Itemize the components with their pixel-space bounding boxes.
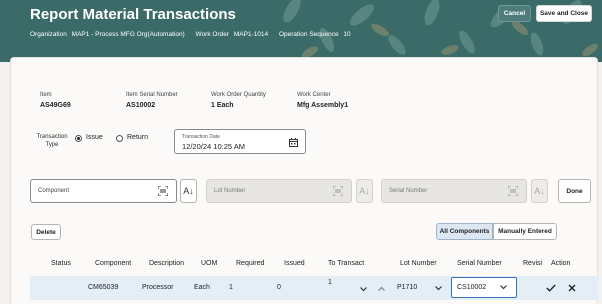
return-radio-label[interactable]: Return	[127, 134, 148, 141]
scan-barcode-icon[interactable]	[158, 186, 168, 196]
column-header-required: Required	[236, 260, 265, 267]
column-header-component: Component	[95, 260, 132, 267]
organization-value: MAP1 - Process MFG Org(Automation)	[71, 31, 185, 38]
lot-number-select[interactable]: P1710	[397, 284, 417, 291]
context-info: Organization MAP1 - Process MFG Org(Auto…	[30, 31, 360, 38]
column-header-description: Description	[149, 260, 185, 267]
component-advanced-search-icon[interactable]: A↓	[180, 179, 197, 203]
work-order-value: MAP1-1014	[233, 31, 269, 38]
component-input[interactable]: Component	[30, 179, 177, 203]
work-order-quantity-value: 1 Each	[211, 102, 234, 109]
column-header-action: Action	[551, 260, 571, 267]
manually-entered-toggle[interactable]: Manually Entered	[493, 223, 557, 240]
chevron-down-icon[interactable]	[500, 285, 507, 290]
lot-advanced-search-icon: A↓	[356, 179, 373, 203]
page-title: Report Material Transactions	[30, 6, 236, 23]
serial-advanced-search-icon: A↓	[531, 179, 548, 203]
issue-radio[interactable]	[75, 135, 82, 142]
serial-number-value: CS10002	[457, 284, 487, 291]
work-center-value: Mfg Assembly1	[297, 102, 349, 109]
all-components-toggle[interactable]: All Components	[436, 223, 493, 240]
return-radio[interactable]	[116, 135, 123, 142]
serial-number-select[interactable]: CS10002	[451, 277, 517, 298]
organization-label: Organization	[30, 31, 67, 38]
item-label: Item	[40, 92, 52, 98]
cancel-button[interactable]: Cancel	[498, 5, 531, 22]
column-header-serial-number: Serial Number	[457, 260, 502, 267]
serial-number-input: Serial Number	[381, 179, 527, 203]
row-component: CM65039	[88, 284, 119, 291]
item-serial-label: Item Serial Number	[126, 92, 178, 98]
row-description: Processor	[142, 284, 174, 291]
row-issued: 0	[277, 284, 281, 291]
chevron-up-icon[interactable]	[378, 286, 385, 291]
column-header-revision: Revisi	[523, 260, 543, 267]
transaction-date-field[interactable]: Transaction Date 12/20/24 10:25 AM	[174, 129, 306, 154]
done-button[interactable]: Done	[558, 179, 591, 203]
transaction-type-label: Transaction Type	[36, 134, 68, 148]
chevron-down-icon[interactable]	[435, 286, 442, 291]
close-icon[interactable]	[568, 284, 576, 292]
confirm-check-icon[interactable]	[546, 284, 556, 292]
column-header-issued: Issued	[284, 260, 305, 267]
to-transact-select[interactable]: 1	[328, 279, 332, 286]
issue-radio-label[interactable]: Issue	[86, 134, 103, 141]
lot-number-input: Lot Number	[206, 179, 352, 203]
item-serial-value: AS10002	[126, 102, 156, 109]
save-and-close-button[interactable]: Save and Close	[536, 5, 592, 22]
row-uom: Each	[194, 284, 210, 291]
work-center-label: Work Center	[297, 92, 331, 98]
scan-barcode-icon	[508, 186, 518, 196]
scan-barcode-icon	[333, 186, 343, 196]
operation-sequence-value: 10	[343, 31, 351, 38]
row-required: 1	[229, 284, 233, 291]
operation-sequence-label: Operation Sequence	[278, 31, 339, 38]
work-order-label: Work Order	[195, 31, 230, 38]
column-header-lot-number: Lot Number	[400, 260, 437, 267]
work-order-quantity-label: Work Order Quantity	[211, 92, 266, 98]
chevron-down-icon[interactable]	[360, 287, 367, 292]
column-header-status: Status	[51, 260, 71, 267]
column-header-to-transact: To Transact	[328, 260, 365, 267]
column-header-uom: UOM	[201, 260, 218, 267]
transaction-date-label: Transaction Date	[182, 134, 220, 140]
calendar-icon[interactable]	[289, 138, 298, 147]
delete-button[interactable]: Delete	[31, 224, 61, 240]
item-value: AS49G69	[40, 102, 71, 109]
page-header: Report Material Transactions Organizatio…	[0, 0, 602, 62]
transaction-date-value: 12/20/24 10:25 AM	[182, 142, 245, 151]
